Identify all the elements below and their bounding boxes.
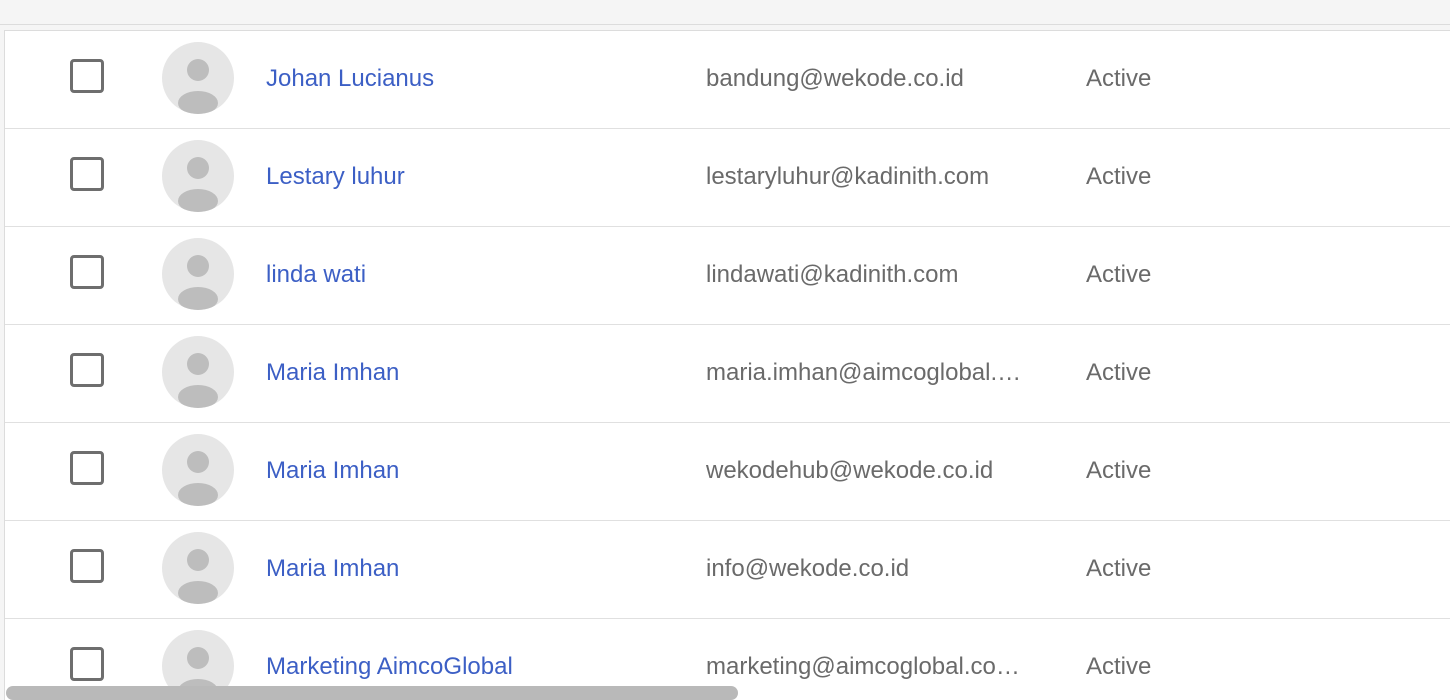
- user-name-link[interactable]: Lestary luhur: [266, 129, 405, 225]
- default-avatar-icon: [162, 42, 234, 114]
- table-row: Johan Lucianus bandung@wekode.co.id Acti…: [5, 31, 1450, 129]
- table-header-strip: [0, 0, 1450, 25]
- default-avatar-icon: [162, 336, 234, 408]
- user-status: Active: [1086, 261, 1152, 288]
- user-list-page: Johan Lucianus bandung@wekode.co.id Acti…: [0, 0, 1450, 700]
- table-row: linda wati lindawati@kadinith.com Active: [5, 227, 1450, 325]
- row-select-checkbox[interactable]: [70, 549, 104, 583]
- horizontal-scrollbar-thumb[interactable]: [6, 686, 738, 700]
- table-row: Maria Imhan maria.imhan@aimcoglobal.… Ac…: [5, 325, 1450, 423]
- user-email: lestaryluhur@kadinith.com: [706, 163, 990, 190]
- user-email: info@wekode.co.id: [706, 555, 910, 582]
- user-name-link[interactable]: Maria Imhan: [266, 325, 399, 421]
- table-row: Maria Imhan info@wekode.co.id Active: [5, 521, 1450, 619]
- user-email: maria.imhan@aimcoglobal.…: [706, 359, 1022, 386]
- user-status: Active: [1086, 555, 1152, 582]
- table-row: Lestary luhur lestaryluhur@kadinith.com …: [5, 129, 1450, 227]
- user-email: lindawati@kadinith.com: [706, 261, 959, 288]
- user-email: wekodehub@wekode.co.id: [706, 457, 994, 484]
- row-select-checkbox[interactable]: [70, 647, 104, 681]
- row-select-checkbox[interactable]: [70, 451, 104, 485]
- row-select-checkbox[interactable]: [70, 255, 104, 289]
- user-name-link[interactable]: Johan Lucianus: [266, 31, 434, 127]
- user-status: Active: [1086, 457, 1152, 484]
- row-select-checkbox[interactable]: [70, 59, 104, 93]
- row-select-checkbox[interactable]: [70, 157, 104, 191]
- user-table: Johan Lucianus bandung@wekode.co.id Acti…: [4, 30, 1450, 700]
- user-name-link[interactable]: linda wati: [266, 227, 366, 323]
- default-avatar-icon: [162, 434, 234, 506]
- user-status: Active: [1086, 359, 1152, 386]
- user-status: Active: [1086, 163, 1152, 190]
- row-select-checkbox[interactable]: [70, 353, 104, 387]
- user-name-link[interactable]: Maria Imhan: [266, 423, 399, 519]
- user-name-link[interactable]: Maria Imhan: [266, 521, 399, 617]
- table-row: Maria Imhan wekodehub@wekode.co.id Activ…: [5, 423, 1450, 521]
- user-email: bandung@wekode.co.id: [706, 65, 964, 92]
- horizontal-scrollbar[interactable]: [0, 686, 1450, 700]
- default-avatar-icon: [162, 532, 234, 604]
- user-status: Active: [1086, 65, 1152, 92]
- default-avatar-icon: [162, 238, 234, 310]
- default-avatar-icon: [162, 140, 234, 212]
